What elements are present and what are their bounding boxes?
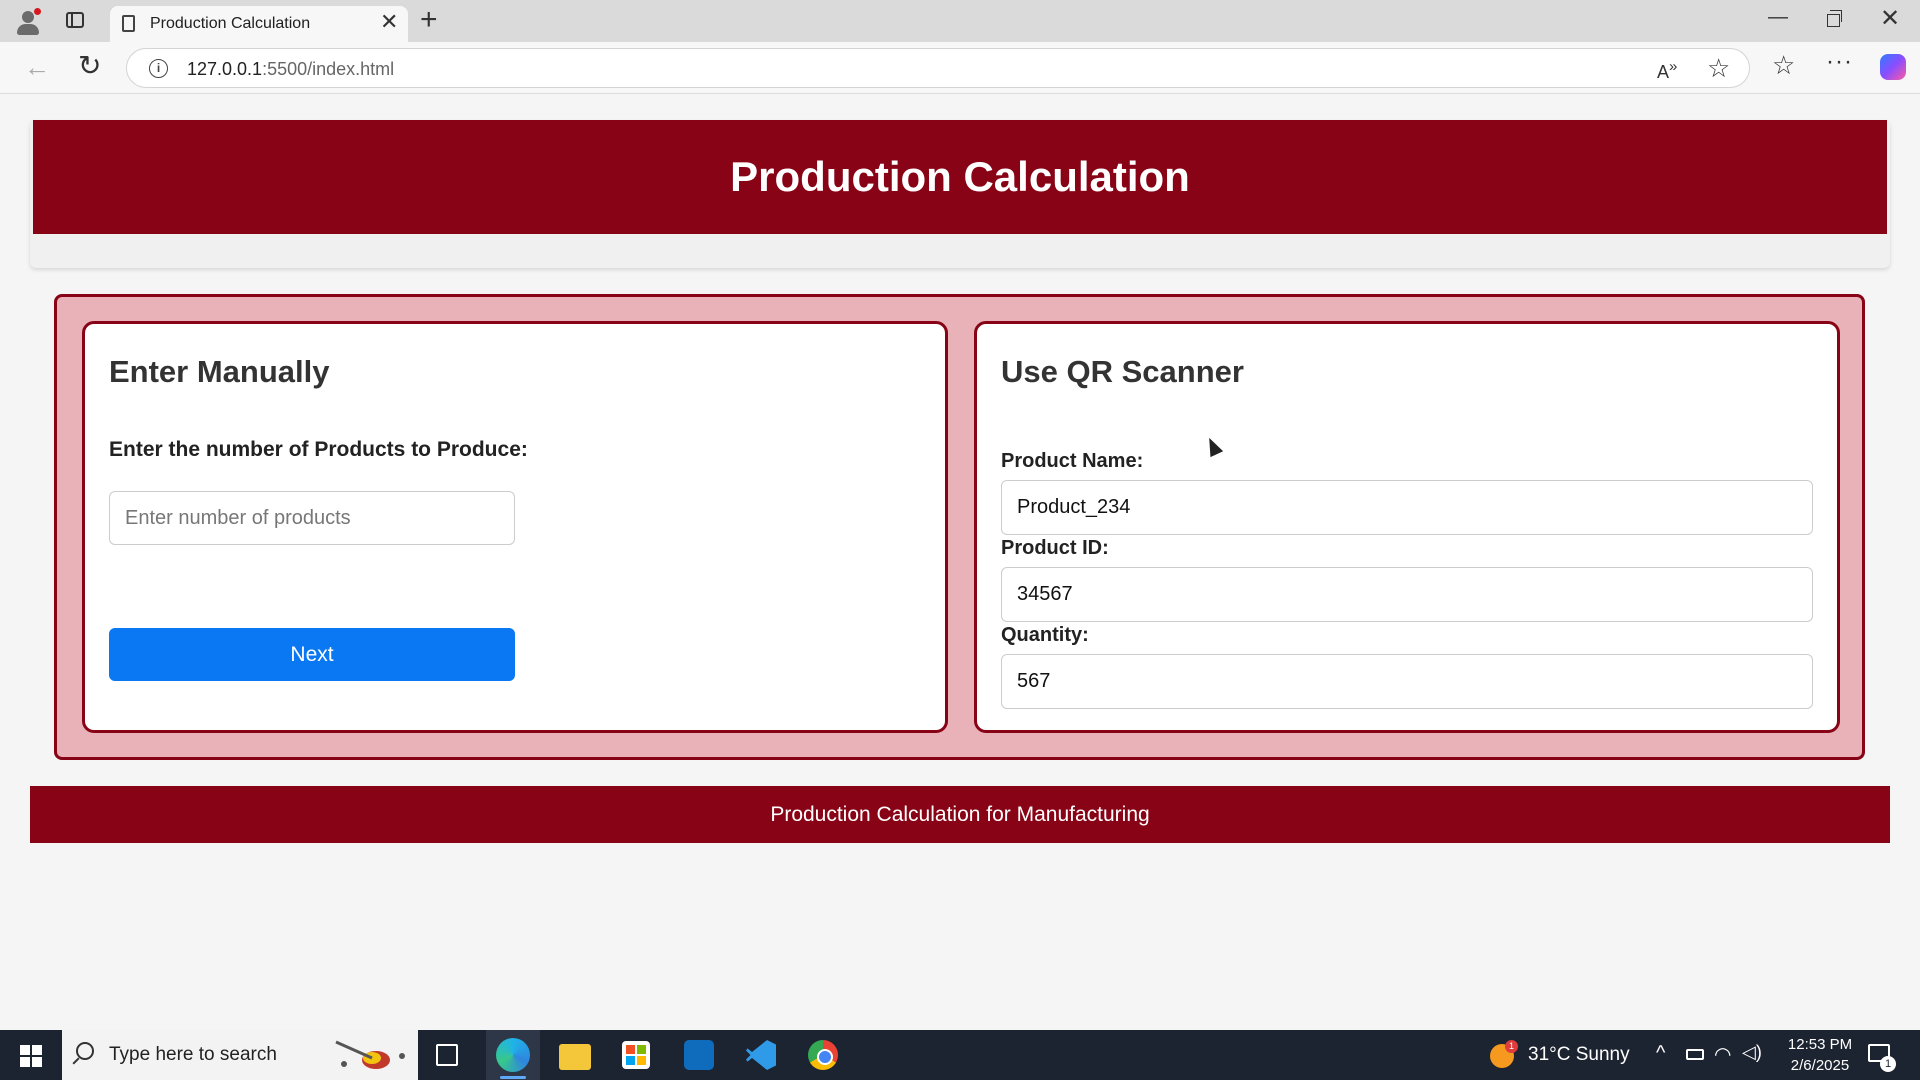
next-button[interactable]: Next xyxy=(109,628,515,681)
more-options-icon[interactable]: ··· xyxy=(1826,48,1853,76)
task-view-icon[interactable] xyxy=(436,1044,458,1066)
outlook-icon[interactable] xyxy=(684,1040,714,1070)
system-clock[interactable]: 12:53 PM 2/6/2025 xyxy=(1772,1034,1868,1076)
microsoft-store-icon[interactable] xyxy=(622,1041,650,1069)
close-window-icon[interactable]: ✕ xyxy=(1880,4,1900,33)
search-placeholder: Type here to search xyxy=(109,1044,277,1065)
edge-browser-icon[interactable] xyxy=(496,1038,530,1072)
search-icon xyxy=(76,1042,94,1060)
page-viewport: Production Calculation Enter Manually En… xyxy=(0,95,1920,1030)
url-path: :5500/index.html xyxy=(262,59,395,79)
header-container: Production Calculation xyxy=(30,120,1890,268)
clock-time: 12:53 PM xyxy=(1787,1036,1853,1053)
product-id-field[interactable] xyxy=(1001,567,1813,622)
favorites-icon[interactable]: ☆ xyxy=(1772,52,1795,78)
manual-entry-card: Enter Manually Enter the number of Produ… xyxy=(82,321,948,733)
profile-icon[interactable] xyxy=(14,8,42,36)
weather-badge: 1 xyxy=(1505,1040,1518,1053)
notification-count-badge: 1 xyxy=(1880,1056,1896,1072)
qr-heading: Use QR Scanner xyxy=(1001,354,1244,389)
tab-actions-icon[interactable] xyxy=(66,12,84,28)
taskbar-search-box[interactable]: Type here to search xyxy=(62,1030,418,1080)
product-count-label: Enter the number of Products to Produce: xyxy=(109,438,528,461)
taskbar: Type here to search 1 31°C Sunny ^ ◠ ◁) … xyxy=(0,1030,1920,1080)
volume-icon[interactable]: ◁) xyxy=(1742,1042,1762,1063)
weather-text[interactable]: 31°C Sunny xyxy=(1528,1044,1630,1066)
edge-active-indicator xyxy=(500,1076,526,1079)
info-icon[interactable]: i xyxy=(149,59,168,78)
chrome-icon[interactable] xyxy=(808,1040,838,1070)
read-aloud-icon[interactable]: A» xyxy=(1657,58,1677,83)
windows-start-icon[interactable] xyxy=(20,1045,42,1067)
product-name-label: Product Name: xyxy=(1001,450,1144,472)
product-name-field[interactable] xyxy=(1001,480,1813,535)
page-header: Production Calculation xyxy=(33,120,1887,234)
browser-tab[interactable]: Production Calculation ✕ xyxy=(110,6,408,42)
browser-tab-bar: Production Calculation ✕ + — ✕ xyxy=(0,0,1920,42)
document-icon xyxy=(122,15,135,32)
favorite-star-icon[interactable]: ☆ xyxy=(1707,53,1730,84)
product-count-input[interactable] xyxy=(109,491,515,545)
qr-scanner-card: Use QR Scanner Product Name: Product ID:… xyxy=(974,321,1840,733)
minimize-icon[interactable]: — xyxy=(1768,6,1788,29)
address-toolbar: ← ↻ i 127.0.0.1:5500/index.html A» ☆ ☆ ·… xyxy=(0,42,1920,94)
close-tab-icon[interactable]: ✕ xyxy=(380,11,398,33)
page-footer: Production Calculation for Manufacturing xyxy=(30,786,1890,843)
tab-title: Production Calculation xyxy=(150,15,311,32)
vscode-icon[interactable] xyxy=(746,1040,776,1070)
battery-icon[interactable] xyxy=(1686,1049,1704,1060)
chevron-up-icon[interactable]: ^ xyxy=(1656,1042,1665,1065)
file-explorer-icon[interactable] xyxy=(559,1044,591,1070)
back-icon[interactable]: ← xyxy=(24,54,50,80)
manual-heading: Enter Manually xyxy=(109,354,330,389)
wifi-icon[interactable]: ◠ xyxy=(1714,1042,1731,1067)
address-bar[interactable]: i 127.0.0.1:5500/index.html A» ☆ xyxy=(126,48,1750,88)
new-tab-icon[interactable]: + xyxy=(420,5,438,35)
main-panel: Enter Manually Enter the number of Produ… xyxy=(54,294,1865,760)
page-title: Production Calculation xyxy=(730,153,1190,200)
clock-date: 2/6/2025 xyxy=(1790,1057,1850,1074)
url-text[interactable]: 127.0.0.1:5500/index.html xyxy=(187,59,394,80)
restore-icon[interactable] xyxy=(1827,10,1842,27)
url-host: 127.0.0.1 xyxy=(187,59,263,79)
product-id-label: Product ID: xyxy=(1001,537,1109,559)
quantity-label: Quantity: xyxy=(1001,624,1089,646)
quantity-field[interactable] xyxy=(1001,654,1813,709)
copilot-icon[interactable] xyxy=(1880,54,1906,80)
reload-icon[interactable]: ↻ xyxy=(78,52,101,80)
search-highlight-guitar-icon xyxy=(335,1040,405,1069)
